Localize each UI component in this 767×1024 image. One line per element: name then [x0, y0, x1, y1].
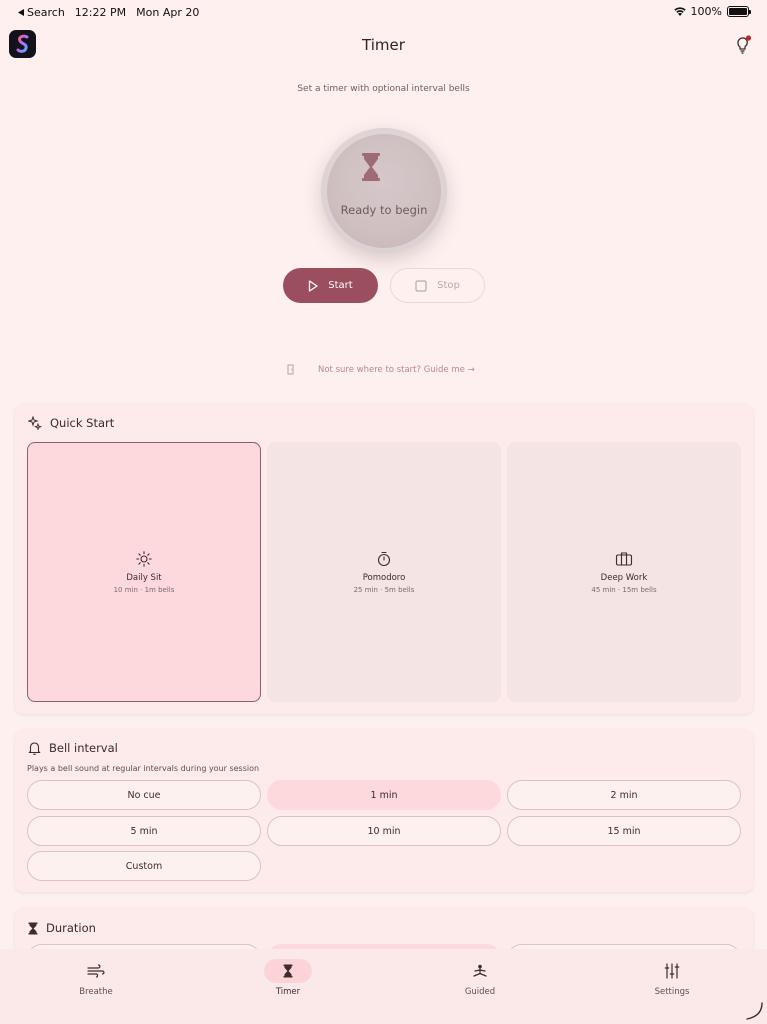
nav-guided[interactable]: Guided — [420, 959, 540, 997]
bell-option-2-min[interactable]: 2 min — [507, 780, 741, 810]
bell-option-custom[interactable]: Custom — [27, 851, 261, 881]
preset-daily-sit[interactable]: Daily Sit 10 min · 1m bells — [27, 442, 261, 702]
nav-settings[interactable]: Settings — [612, 959, 732, 997]
preset-pomodoro[interactable]: Pomodoro 25 min · 5m bells — [267, 442, 501, 702]
bell-interval-header: Bell interval — [28, 741, 118, 755]
preset-name: Daily Sit — [126, 572, 162, 583]
quick-start-title: Quick Start — [50, 416, 115, 430]
hourglass-icon — [362, 153, 380, 181]
bell-interval-hint: Plays a bell sound at regular intervals … — [27, 764, 260, 773]
bell-option-no-cue[interactable]: No cue — [27, 780, 261, 810]
nav-label: Timer — [275, 987, 301, 997]
sparkles-icon — [28, 416, 42, 430]
guide-me-link[interactable]: Not sure where to start? Guide me → — [286, 364, 475, 375]
bell-option-1-min[interactable]: 1 min — [267, 780, 501, 810]
sun-icon — [136, 550, 152, 567]
preset-details: 25 min · 5m bells — [353, 585, 415, 594]
bell-icon — [28, 742, 41, 755]
preset-details: 45 min · 15m bells — [591, 585, 657, 594]
nav-label: Settings — [654, 987, 690, 997]
stopwatch-icon — [377, 551, 391, 566]
hourglass-icon — [283, 964, 293, 978]
meditation-icon — [473, 964, 487, 977]
nav-label: Breathe — [79, 987, 113, 997]
sliders-icon — [664, 963, 680, 979]
nav-label: Guided — [464, 987, 496, 997]
lightbulb-icon[interactable] — [733, 34, 753, 56]
nav-breathe[interactable]: Breathe — [36, 959, 156, 997]
bell-option-5-min[interactable]: 5 min — [27, 816, 261, 846]
page-title: Timer — [362, 36, 405, 54]
bottom-navigation: Breathe Timer Guided Settings — [0, 949, 767, 1024]
bell-interval-title: Bell interval — [49, 741, 118, 755]
status-time: 12:22 PM — [74, 6, 127, 19]
preset-name: Deep Work — [600, 572, 648, 583]
stop-square-icon — [415, 279, 427, 292]
dial-status-label: Ready to begin — [340, 203, 428, 217]
hourglass-small-icon — [28, 922, 38, 934]
duration-header: Duration — [28, 921, 96, 935]
bell-option-10-min[interactable]: 10 min — [267, 816, 501, 846]
preset-details: 10 min · 1m bells — [113, 585, 175, 594]
stop-label: Stop — [437, 280, 460, 291]
timer-subtitle: Set a timer with optional interval bells — [297, 84, 470, 94]
back-arrow-icon — [18, 9, 24, 16]
status-bar: Search 12:22 PM Mon Apr 20 100% — [0, 0, 767, 24]
play-icon — [309, 279, 318, 292]
stop-button[interactable]: Stop — [390, 268, 485, 303]
quick-start-header: Quick Start — [28, 416, 114, 430]
timer-dial[interactable]: Ready to begin — [321, 128, 447, 254]
battery-percent: 100% — [690, 5, 722, 18]
app-header: Timer — [0, 26, 767, 66]
nav-timer[interactable]: Timer — [228, 959, 348, 997]
quick-start-card: Quick Start Daily Sit 10 min · 1m bells … — [15, 404, 753, 714]
back-label: Search — [27, 6, 65, 19]
notification-dot — [745, 35, 752, 41]
bell-interval-card: Bell interval Plays a bell sound at regu… — [15, 730, 753, 892]
start-label: Start — [328, 280, 353, 291]
back-to-search-link[interactable]: Search — [18, 6, 65, 19]
battery-icon — [727, 6, 751, 17]
guide-link-text: Not sure where to start? Guide me → — [318, 364, 475, 375]
wifi-icon — [673, 7, 686, 16]
bell-option-15-min[interactable]: 15 min — [507, 816, 741, 846]
preset-deep-work[interactable]: Deep Work 45 min · 15m bells — [507, 442, 741, 702]
resize-handle-icon[interactable] — [745, 1002, 763, 1020]
preset-name: Pomodoro — [362, 572, 406, 583]
start-button[interactable]: Start — [283, 268, 378, 303]
wind-icon — [87, 964, 105, 978]
duration-title: Duration — [46, 921, 96, 935]
status-date: Mon Apr 20 — [136, 6, 200, 19]
door-icon — [287, 364, 294, 375]
briefcase-icon — [615, 551, 633, 566]
